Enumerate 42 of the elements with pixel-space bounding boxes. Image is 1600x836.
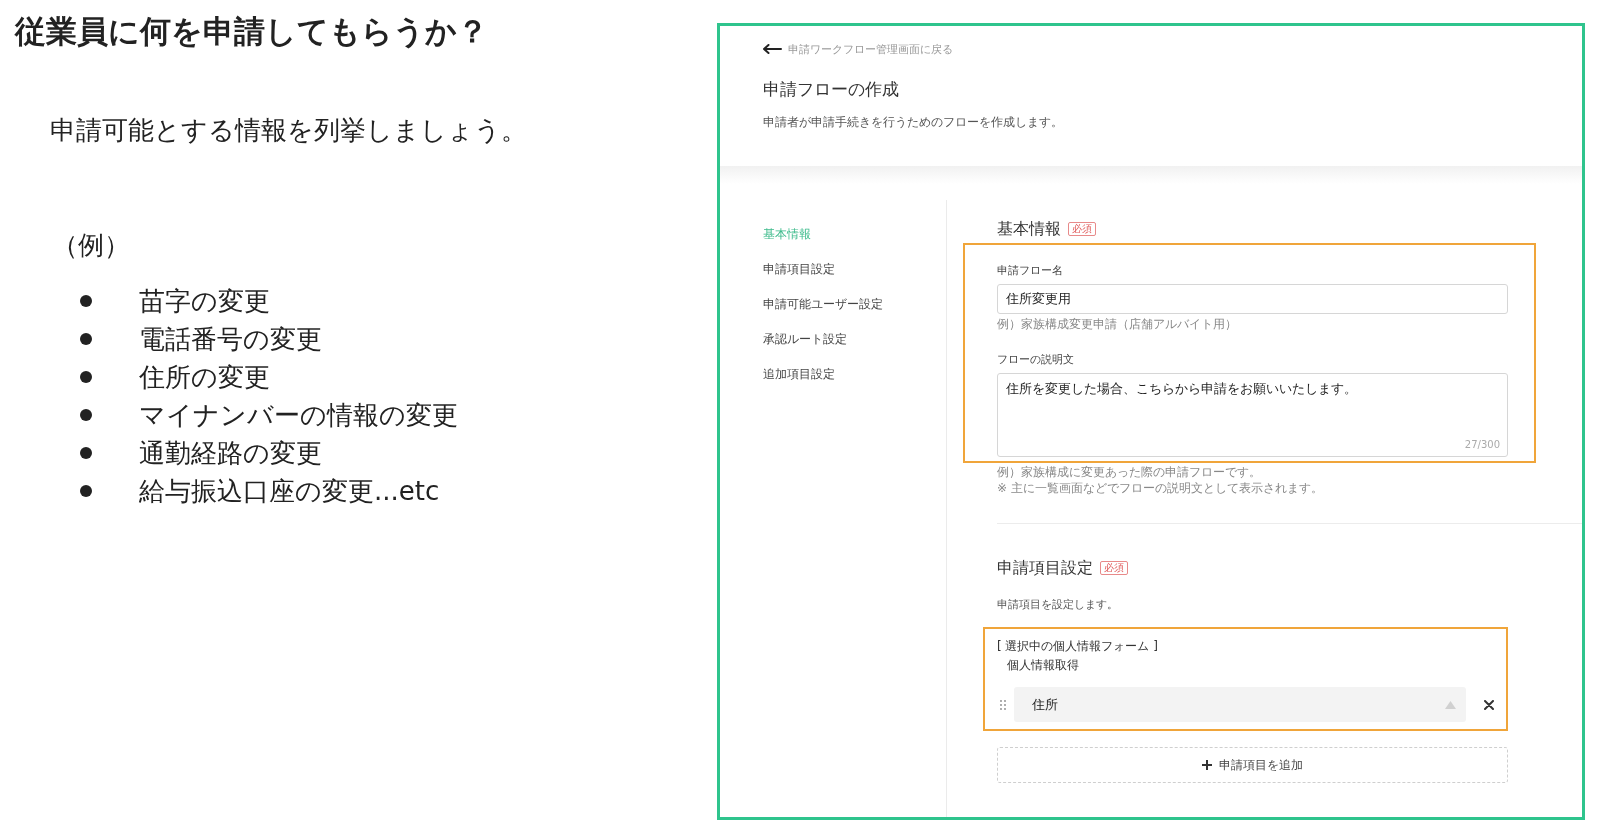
page-description: 申請者が申請手続きを行うためのフローを作成します。 (763, 114, 1063, 130)
nav-item[interactable]: 申請可能ユーザー設定 (763, 296, 883, 312)
slide-title: 従業員に何を申請してもらうか？ (15, 12, 488, 51)
page-title: 申請フローの作成 (763, 78, 899, 101)
item-select[interactable]: 住所 (1014, 687, 1466, 722)
flow-name-field[interactable]: 住所変更用 (997, 284, 1508, 314)
nav-item[interactable]: 追加項目設定 (763, 366, 835, 382)
example-item: 給与振込口座の変更...etc (139, 475, 440, 508)
slide-lead-text: 申請可能とする情報を列挙しましょう。 (50, 114, 527, 147)
example-label: （例） (52, 229, 130, 262)
arrow-left-icon (763, 44, 782, 54)
example-item: マイナンバーの情報の変更 (139, 399, 458, 432)
field-hint: ※ 主に一覧画面などでフローの説明文として表示されます。 (997, 480, 1323, 496)
bullet-icon (80, 409, 92, 421)
section-heading: 申請項目設定 (997, 558, 1093, 579)
bullet-icon (80, 333, 92, 345)
triangle-up-icon (1445, 700, 1456, 709)
field-label: 申請フロー名 (997, 263, 1063, 277)
required-tag: 必須 (1068, 222, 1096, 236)
field-hint: 例）家族構成に変更あった際の申請フローです。 (997, 464, 1261, 480)
example-item: 住所の変更 (139, 361, 270, 394)
example-item: 苗字の変更 (139, 285, 270, 318)
plus-icon (1202, 760, 1212, 770)
bullet-icon (80, 371, 92, 383)
close-icon[interactable] (1484, 699, 1494, 710)
bullet-icon (80, 295, 92, 307)
form-name: 個人情報取得 (1007, 657, 1079, 673)
example-item: 通勤経路の変更 (139, 437, 322, 470)
nav-item[interactable]: 申請項目設定 (763, 261, 835, 277)
bullet-icon (80, 447, 92, 459)
field-hint: 例）家族構成変更申請（店舗アルバイト用） (997, 316, 1237, 332)
add-item-button[interactable]: 申請項目を追加 (997, 747, 1508, 783)
bullet-icon (80, 485, 92, 497)
required-tag: 必須 (1100, 561, 1128, 575)
drag-handle-icon[interactable] (1000, 699, 1006, 710)
nav-item[interactable]: 承認ルート設定 (763, 331, 847, 347)
field-label: フローの説明文 (997, 352, 1074, 366)
section-heading: 基本情報 (997, 219, 1061, 240)
character-counter: 27/300 (1464, 439, 1500, 451)
example-item: 電話番号の変更 (139, 323, 322, 356)
section-description: 申請項目を設定します。 (997, 597, 1118, 613)
form-label: [ 選択中の個人情報フォーム ] (997, 638, 1158, 654)
